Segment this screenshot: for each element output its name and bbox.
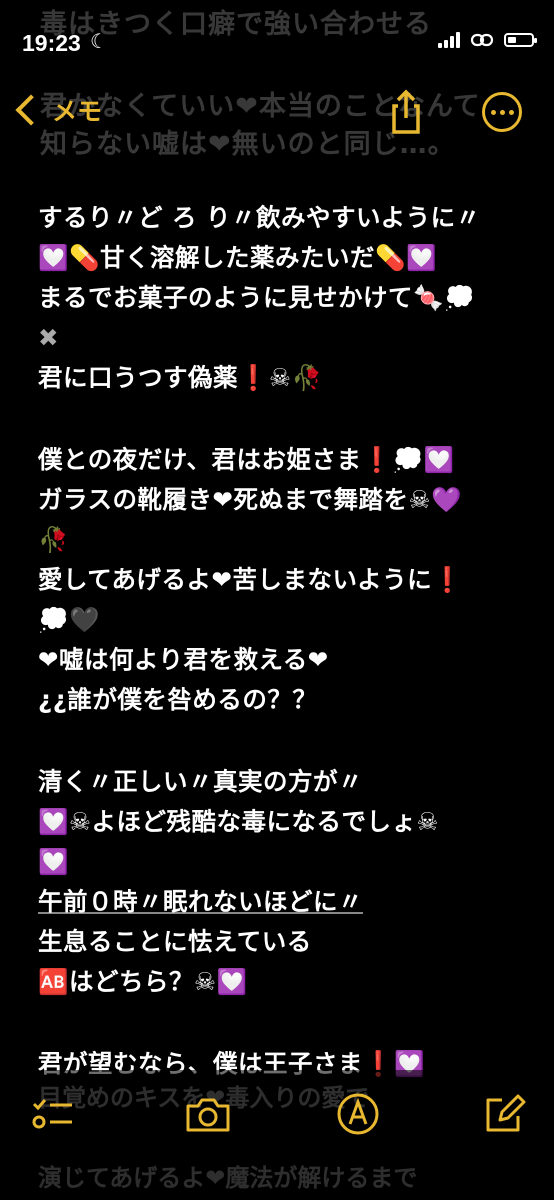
note-line: 💭🖤: [38, 605, 101, 634]
markup-pen-icon[interactable]: [334, 1090, 382, 1138]
note-line: 愛してあげるよ❤苦しまないように❗: [38, 565, 464, 594]
note-line: 僕との夜だけ、君はお姫さま❗💭💟: [38, 445, 455, 474]
battery-icon: [504, 33, 537, 47]
compose-icon[interactable]: [480, 1090, 528, 1138]
note-line: [38, 1002, 548, 1044]
note-line: [38, 720, 548, 762]
note-line: ガラスの靴履き❤死ぬまで舞踏を☠💜: [38, 485, 463, 514]
checklist-icon[interactable]: [28, 1090, 76, 1138]
note-body[interactable]: するり〃ど ろ り〃飲みやすいように〃 💟💊甘く溶解した薬みたいだ💊💟 まるでお…: [38, 198, 548, 1084]
note-line: [38, 398, 548, 440]
note-line: するり〃ど ろ り〃飲みやすいように〃: [38, 203, 481, 232]
cellular-signal-icon: [438, 32, 460, 48]
link-icon: [470, 33, 494, 47]
note-line: 生息ることに怯えている: [38, 927, 312, 956]
note-line: ¿¿誰が僕を咎めるの？？: [38, 685, 318, 714]
note-line: 🥀: [38, 525, 70, 554]
note-line: 君に口うつす偽薬❗☠🥀: [38, 363, 323, 392]
note-line: 💟: [38, 847, 70, 876]
note-line: 💟☠よほど残酷な毒になるでしょ☠: [38, 807, 439, 836]
more-options-button[interactable]: [482, 92, 522, 132]
ghost-text-line: 毒はきつく口癖で強い合わせる: [40, 9, 432, 40]
note-line: まるでお菓子のように見せかけて🍬💭: [38, 283, 476, 312]
note-line: 💟💊甘く溶解した薬みたいだ💊💟: [38, 243, 438, 272]
bottom-toolbar: 目覚めのキスを❤毒入りの愛で 演じてあげるよ❤魔法が解けるまで: [0, 1070, 554, 1200]
note-line: ✖: [38, 323, 60, 352]
note-line: 🆎はどちら？☠💟: [38, 967, 248, 996]
back-button[interactable]: メモ: [14, 92, 102, 128]
status-indicators: [438, 32, 537, 48]
navigation-bar: メモ: [0, 80, 554, 150]
camera-icon[interactable]: [184, 1090, 232, 1138]
back-label: メモ: [52, 97, 103, 126]
ghost-text-line: 演じてあげるよ❤魔法が解けるまで: [38, 1164, 418, 1192]
note-line: 午前０時〃眠れないほどに〃: [38, 887, 363, 916]
share-icon[interactable]: [386, 88, 426, 136]
chevron-left-icon: [15, 94, 47, 126]
note-line: 清く〃正しい〃真実の方が〃: [38, 767, 363, 796]
note-line: ❤嘘は何より君を救える❤: [38, 645, 329, 674]
